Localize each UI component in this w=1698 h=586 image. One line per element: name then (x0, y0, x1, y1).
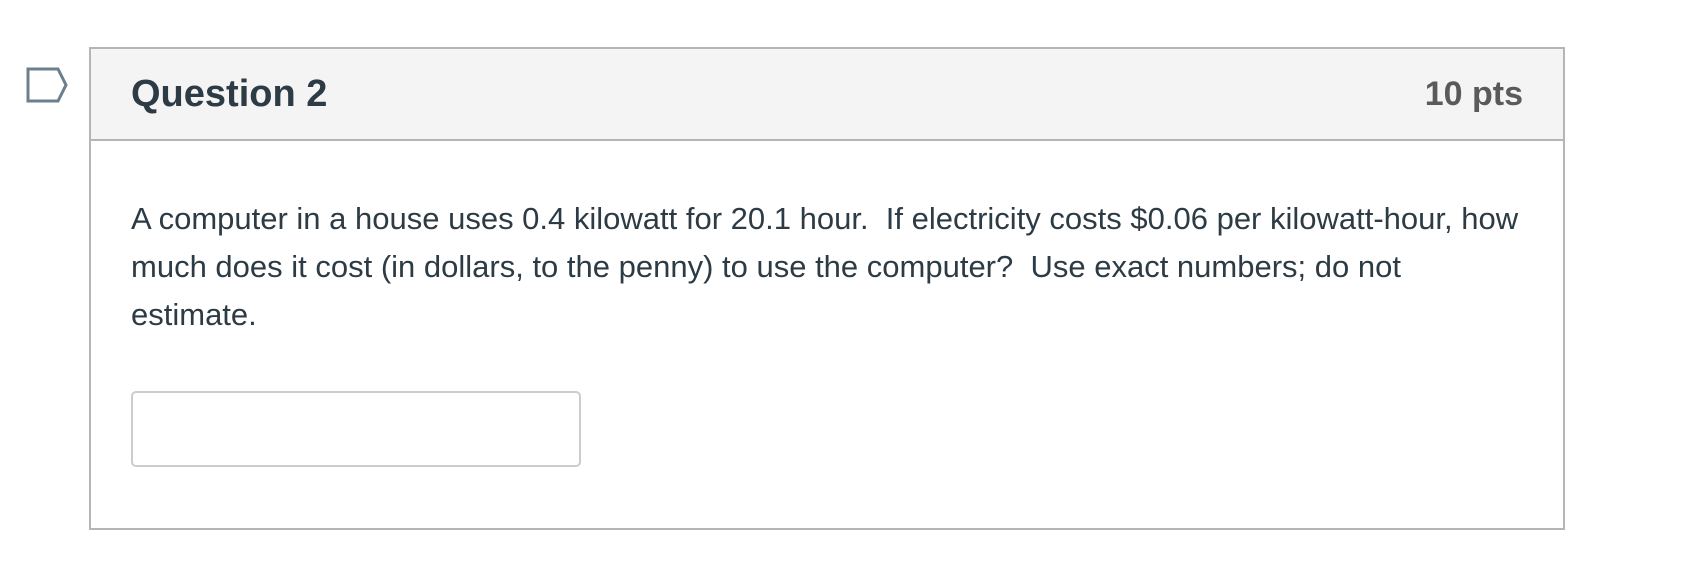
question-header: Question 2 10 pts (91, 49, 1563, 141)
question-title: Question 2 (131, 72, 328, 115)
question-text: A computer in a house uses 0.4 kilowatt … (131, 201, 1527, 332)
answer-input[interactable] (131, 391, 581, 467)
quiz-page: Question 2 10 pts A computer in a house … (0, 0, 1698, 586)
question-card: Question 2 10 pts A computer in a house … (89, 47, 1565, 530)
question-points: 10 pts (1424, 74, 1523, 113)
question-body: A computer in a house uses 0.4 kilowatt … (91, 141, 1563, 467)
flag-question-icon[interactable] (26, 67, 68, 103)
